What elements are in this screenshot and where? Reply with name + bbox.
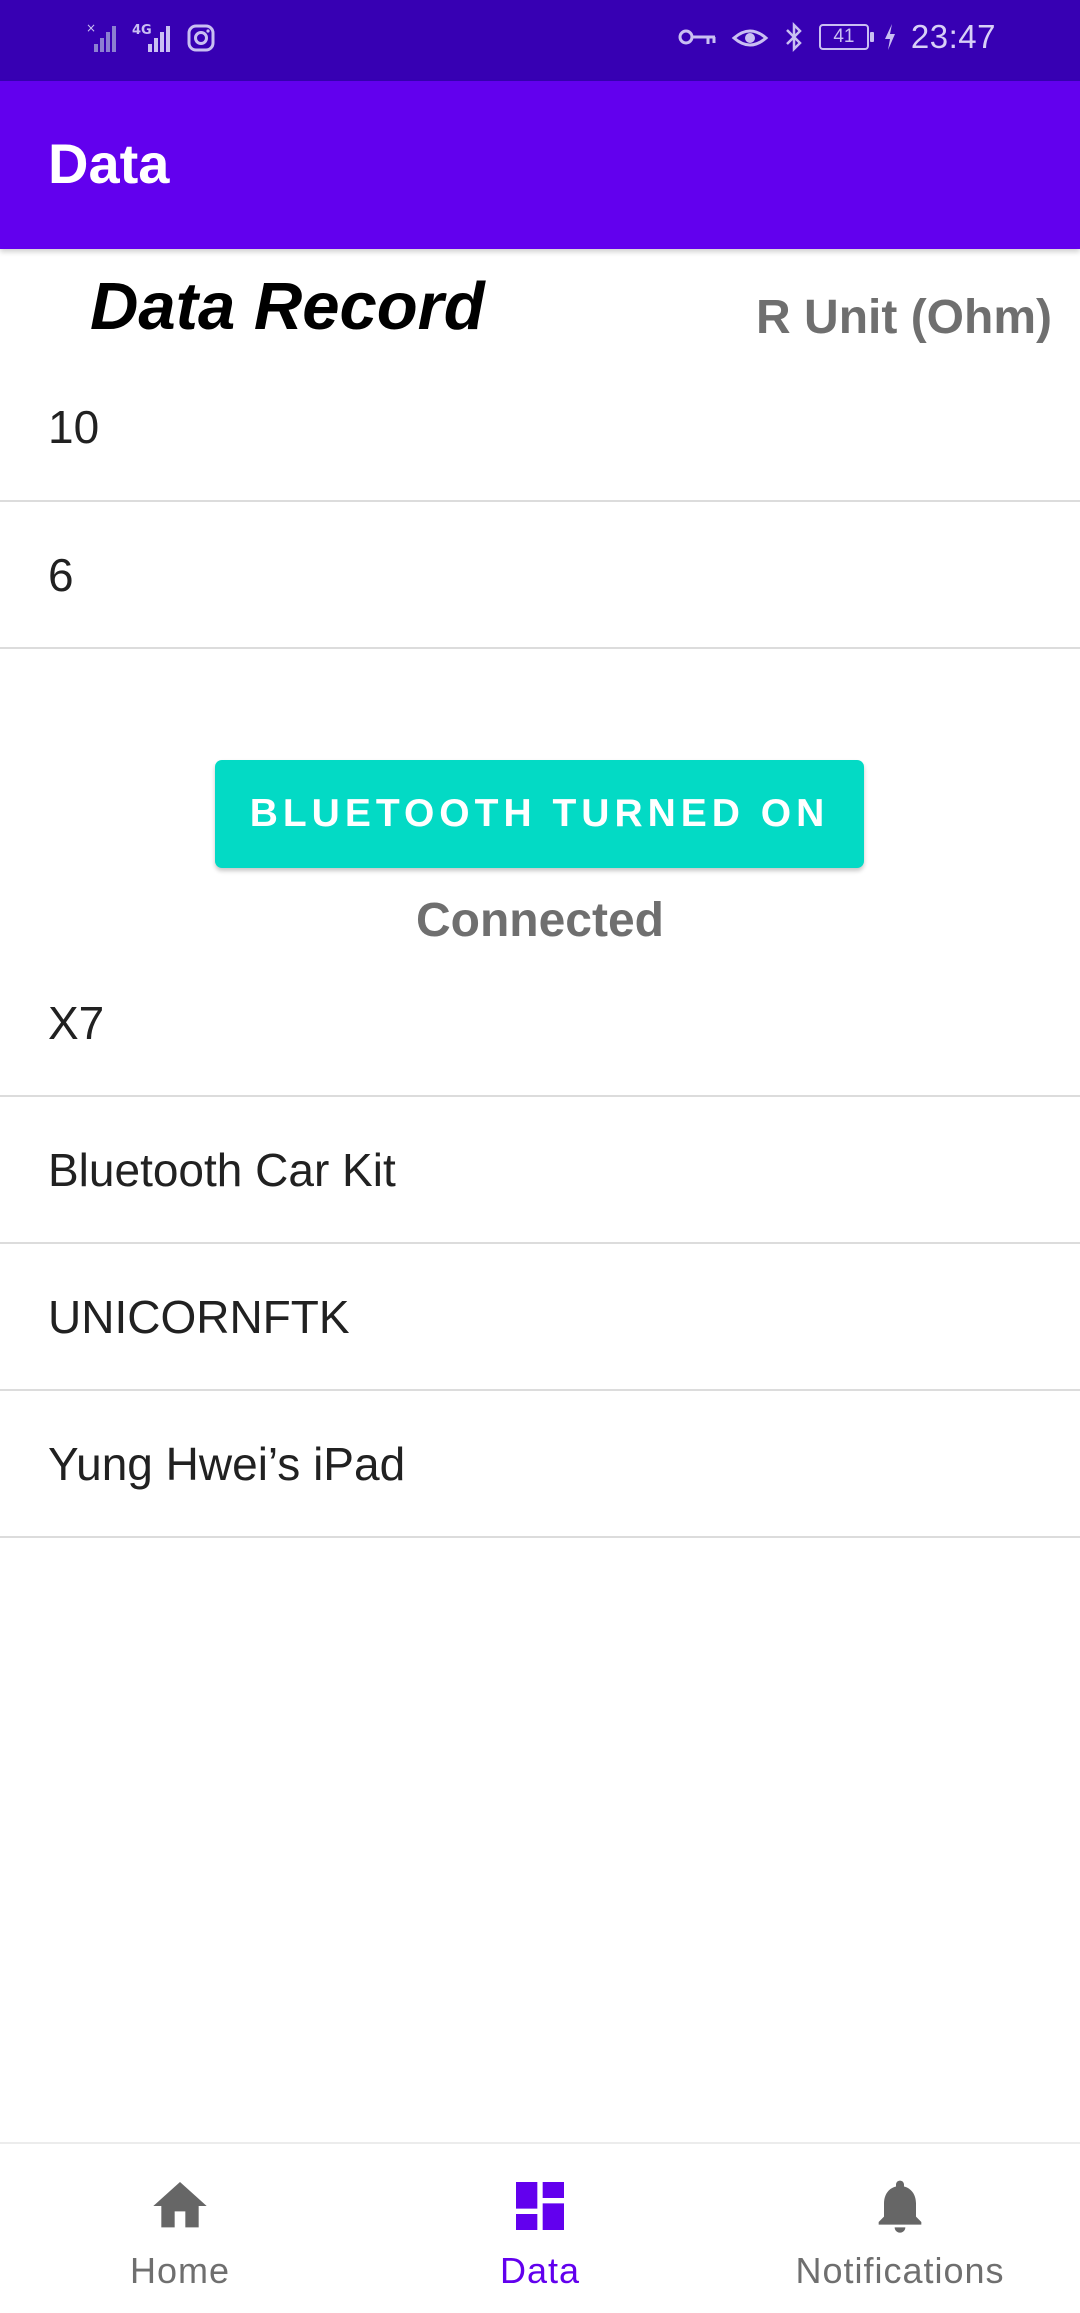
vpn-key-icon [678,29,716,45]
charging-icon [884,24,895,50]
signal-4g-icon: 4G [132,23,170,52]
nav-label-home: Home [129,2250,231,2291]
dashboard-icon [516,2182,564,2230]
battery-level: 41 [833,26,855,47]
bell-icon [878,2180,922,2233]
app-bar-title: Data [48,132,170,195]
device-item[interactable]: Bluetooth Car Kit [0,1097,1080,1244]
nav-item-notifications[interactable]: Notifications [720,2144,1080,2313]
data-record-title: Data Record [90,269,485,344]
svg-text:×: × [86,21,96,35]
unit-label: R Unit (Ohm) [756,291,1052,344]
data-record-list: 10 6 [0,354,1080,649]
status-time: 23:47 [910,18,996,55]
data-record-item[interactable]: 6 [0,502,1080,649]
connection-status: Connected [415,894,664,947]
app-bar: Data [0,81,1080,249]
bluetooth-icon [786,21,802,53]
nav-label-data: Data [499,2250,581,2291]
device-list: X7 Bluetooth Car Kit UNICORNFTK Yung Hwe… [0,950,1080,1538]
bottom-navigation: Home Data Notifications [0,2142,1080,2313]
eye-comfort-icon [731,29,769,47]
status-bar-left: × 4G [86,20,216,56]
bluetooth-toggle-button[interactable]: BLUETOOTH TURNED ON [215,760,864,868]
nav-label-notifications: Notifications [795,2250,1005,2291]
status-bar-right: 41 23:47 [677,18,996,56]
nav-item-data[interactable]: Data [360,2144,720,2313]
battery-icon: 41 [818,24,874,50]
signal-off-icon: × [86,21,116,52]
device-item[interactable]: UNICORNFTK [0,1244,1080,1391]
device-item[interactable]: Yung Hwei’s iPad [0,1391,1080,1538]
home-icon [153,2182,207,2228]
data-record-item[interactable]: 10 [0,354,1080,502]
status-bar: × 4G 41 23:47 [0,0,1080,81]
nav-item-home[interactable]: Home [0,2144,360,2313]
device-item[interactable]: X7 [0,950,1080,1097]
instagram-icon [187,24,215,52]
network-type-label: 4G [132,23,152,38]
